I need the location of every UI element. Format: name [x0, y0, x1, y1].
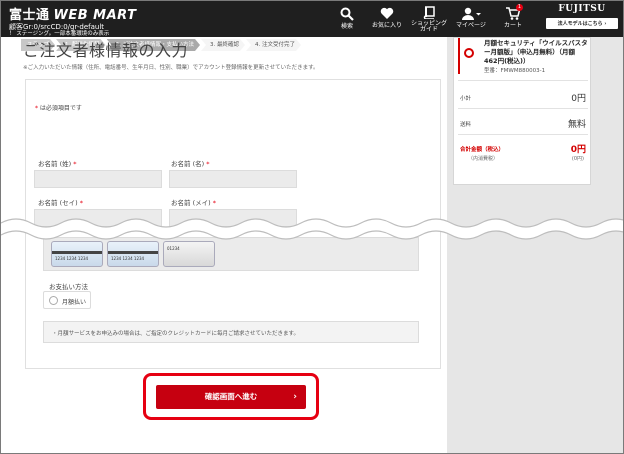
divider	[458, 108, 588, 109]
credit-card-image: 01234	[163, 241, 215, 267]
payment-method-label: お支払い方法	[49, 283, 88, 291]
credit-card-image: 1234 1234 1234	[107, 241, 159, 267]
app-frame: 富士通 WEB MART 顧客Gr:0/srcCD:0/gr-default ！ …	[0, 0, 624, 454]
shipping-label: 送料	[460, 122, 472, 128]
fujitsu-logo: FUJITSU	[558, 4, 606, 14]
search-icon	[340, 7, 354, 21]
subtotal-label: 小計	[460, 96, 472, 102]
corporate-model-button[interactable]: 法人モデルはこちら ›	[546, 18, 618, 29]
first-name-label: お名前 (名) *	[171, 160, 210, 168]
brand-company: 富士通	[9, 8, 50, 23]
order-summary-panel: 月額セキュリティ「ウイルスバスター月額版」（申込月無料）（月額462円(税込)）…	[453, 37, 591, 185]
chevron-right-icon: ›	[293, 392, 297, 402]
divider	[458, 134, 588, 135]
product-model: 型番：FMWM880003-1	[484, 68, 546, 74]
product-thumbnail	[458, 38, 480, 74]
divider	[458, 80, 588, 81]
step-confirm: 3. 最終確認	[201, 39, 245, 51]
nav-search-label: 検索	[340, 23, 353, 30]
brand-customer-group: 顧客Gr:0/srcCD:0/gr-default	[9, 23, 105, 31]
required-note: * は必須項目です	[35, 103, 82, 112]
screenshot-break-wave	[1, 218, 623, 240]
first-name-input[interactable]	[169, 170, 297, 188]
shipping-row: 送料 無料	[460, 120, 586, 130]
tax-label: （内消費税）	[468, 156, 499, 162]
required-note-text: は必須項目です	[39, 105, 82, 112]
monthly-service-note: ・月額サービスをお申込みの場合は、ご指定のクレジットカードに毎月ご請求させていた…	[43, 321, 419, 343]
brand-name: WEB MART	[53, 8, 137, 23]
nav-mypage-label: マイページ	[456, 22, 486, 29]
last-name-input[interactable]	[34, 170, 162, 188]
total-row: 合計金額（税込） 0円	[460, 145, 586, 155]
required-mark: *	[35, 105, 38, 112]
user-icon	[462, 7, 481, 20]
last-kana-label: お名前 (セイ) *	[38, 199, 83, 207]
subtotal-row: 小計 0円	[460, 94, 586, 104]
first-kana-label: お名前 (メイ) *	[171, 199, 216, 207]
confirm-button[interactable]: 確認画面へ進む ›	[156, 385, 306, 409]
total-value: 0円	[570, 145, 586, 155]
nav-cart-label: カート	[503, 22, 522, 29]
nav-mypage[interactable]: マイページ	[453, 1, 489, 37]
site-header: 富士通 WEB MART 顧客Gr:0/srcCD:0/gr-default ！ …	[1, 1, 623, 37]
nav-cart[interactable]: 1 カート	[501, 1, 525, 37]
credit-card-image: 1234 1234 1234	[51, 241, 103, 267]
heart-icon	[380, 7, 394, 19]
monthly-payment-label: 月額払い	[62, 299, 87, 306]
nav-shopping-guide-label: ショッピング ガイド	[410, 20, 447, 33]
monthly-payment-radio[interactable]: 月額払い	[43, 291, 91, 309]
last-name-label: お名前 (姓) *	[38, 160, 77, 168]
page-title: ご注文者様情報の入力	[23, 41, 189, 60]
fujitsu-logo-area: FUJITSU 法人モデルはこちら ›	[546, 4, 618, 29]
step-complete: 4. 注文受付完了	[246, 39, 301, 51]
nav-favorites-label: お気に入り	[371, 22, 402, 29]
nav-search[interactable]: 検索	[335, 1, 359, 37]
shipping-value: 無料	[567, 120, 586, 130]
subtotal-value: 0円	[571, 94, 586, 104]
confirm-button-label: 確認画面へ進む	[204, 392, 258, 401]
nav-favorites[interactable]: お気に入り	[369, 1, 405, 37]
tax-value: (0円)	[571, 156, 584, 162]
total-label: 合計金額（税込）	[460, 147, 505, 153]
trend-micro-logo-icon	[464, 48, 474, 58]
page-note: ※ご入力いただいた情報（住所、電話番号、生年月日、性別、職業）でアカウント登録情…	[23, 65, 319, 71]
nav-shopping-guide[interactable]: ショッピング ガイド	[409, 1, 449, 37]
cart-count-badge: 1	[516, 4, 523, 11]
brand-logo[interactable]: 富士通 WEB MART 顧客Gr:0/srcCD:0/gr-default ！ …	[9, 4, 136, 38]
radio-circle-icon	[49, 296, 58, 305]
product-name: 月額セキュリティ「ウイルスバスター月額版」（申込月無料）（月額462円(税込)）	[484, 39, 588, 65]
book-icon	[423, 6, 435, 19]
